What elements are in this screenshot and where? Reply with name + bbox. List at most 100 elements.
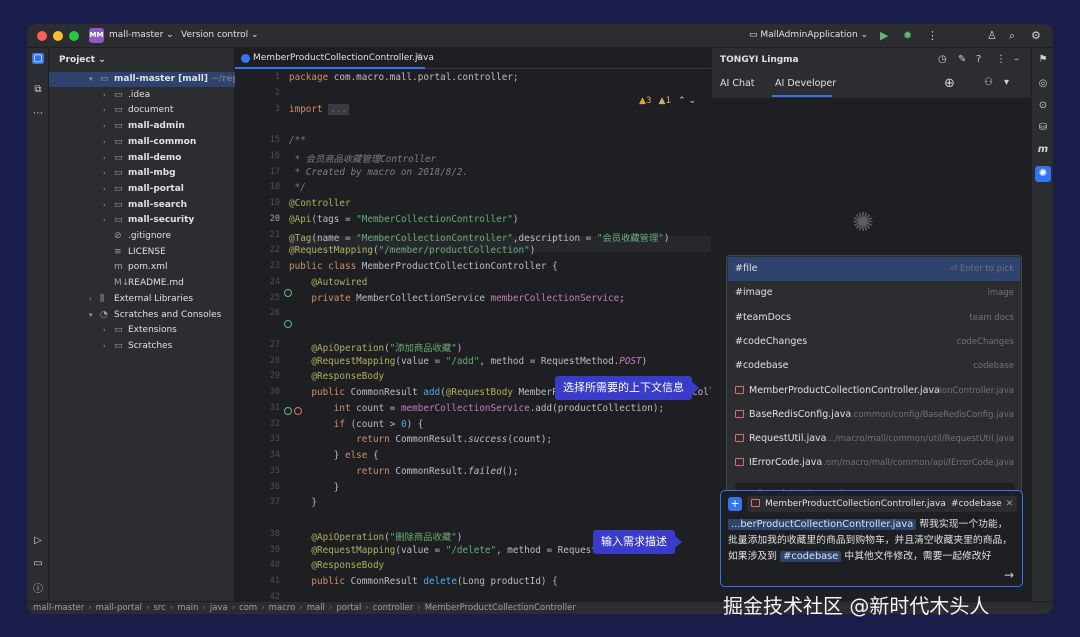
structure-icon[interactable]: ⧉ [32, 84, 44, 95]
chevron-right-icon[interactable]: › [103, 103, 106, 118]
chat-input-text[interactable]: ...berProductCollectionController.java 帮… [728, 517, 1013, 565]
code-line[interactable]: return CommonResult.failed(); [289, 466, 518, 477]
chevron-right-icon[interactable]: › [103, 323, 106, 338]
code-line[interactable]: if (count > 0) { [289, 419, 424, 430]
code-line[interactable]: /** [289, 135, 306, 146]
code-line[interactable]: return CommonResult.success(count); [289, 434, 552, 445]
tree-item[interactable]: › ▭ mall-security [49, 213, 235, 228]
breadcrumb-item[interactable]: src [153, 603, 165, 613]
tree-item[interactable]: › ▭ Scratches [49, 339, 235, 354]
new-chat-icon[interactable]: ⊕ [944, 76, 955, 91]
autowired-icon[interactable] [284, 320, 292, 328]
more-icon[interactable]: ⋮ [927, 29, 938, 42]
send-icon[interactable]: → [1004, 568, 1014, 582]
database-icon[interactable]: ⛁ [1037, 122, 1049, 133]
context-item[interactable]: RequestUtil.java .../macro/mall/common/ut… [728, 427, 1020, 451]
chevron-right-icon[interactable]: › [103, 119, 106, 134]
tree-item[interactable]: › ▭ mall-search [49, 198, 235, 213]
chevron-right-icon[interactable]: › [103, 213, 106, 228]
tree-item[interactable]: M↓ README.md [49, 276, 235, 291]
zoom-window-button[interactable] [69, 31, 79, 41]
code-line[interactable]: @ApiOperation("删除商品收藏") [289, 529, 462, 543]
code-line[interactable]: @RequestMapping(value = "/add", method =… [289, 356, 647, 367]
context-item[interactable]: #image image [728, 281, 1020, 305]
add-context-button[interactable]: + [728, 497, 742, 511]
tree-item[interactable]: m pom.xml [49, 260, 235, 275]
code-line[interactable]: int count = memberCollectionService.add(… [289, 403, 664, 414]
inspection-widget[interactable]: ▲3 ▲1 ⌃ ⌄ [639, 96, 696, 106]
chevron-right-icon[interactable]: › [103, 151, 106, 166]
breadcrumb-item[interactable]: java [210, 603, 228, 613]
code-line[interactable]: } else { [289, 450, 379, 461]
tree-item[interactable]: ▾ ◔ Scratches and Consoles [49, 308, 235, 323]
more-tools-icon[interactable]: ⋯ [32, 108, 44, 119]
chevron-down-icon[interactable]: ▾ [89, 72, 93, 87]
code-line[interactable]: @ApiOperation("添加商品收藏") [289, 340, 462, 354]
code-line[interactable]: */ [289, 182, 306, 193]
tree-item[interactable]: › ▭ mall-admin [49, 119, 235, 134]
chevron-up-icon[interactable]: ⌃ [678, 96, 686, 106]
project-tool-icon[interactable]: ▢ [32, 53, 44, 64]
terminal-icon[interactable]: ▭ [32, 558, 44, 569]
chat-input-box[interactable]: + MemberProductCollectionController.java… [720, 490, 1023, 587]
code-line[interactable]: @Api(tags = "MemberCollectionController"… [289, 214, 519, 225]
breadcrumb-item[interactable]: macro [269, 603, 296, 613]
tree-item[interactable]: ≡ LICENSE [49, 245, 235, 260]
context-item[interactable]: MemberProductCollectionController.java..… [728, 379, 1020, 403]
help-icon[interactable]: ? [976, 54, 981, 65]
file-chip[interactable]: MemberProductCollectionController.java✕ [747, 496, 962, 512]
breadcrumb-item[interactable]: com [239, 603, 257, 613]
breadcrumb-item[interactable]: mall-master [33, 603, 84, 613]
ai-assistant-icon[interactable]: ◎ [1037, 78, 1049, 89]
tree-item[interactable]: ▾▭mall-master [mall] ~/repositories/ [49, 72, 286, 87]
tree-item[interactable]: › ▭ Extensions [49, 323, 235, 338]
code-line[interactable]: import ... [289, 103, 349, 115]
close-icon[interactable]: ✕ [1006, 499, 1014, 509]
breadcrumb-item[interactable]: main [177, 603, 198, 613]
notifications-icon[interactable]: ⚑ [1037, 54, 1049, 65]
context-item[interactable]: #teamDocs team docs [728, 306, 1020, 330]
minimize-icon[interactable]: – [1014, 54, 1019, 65]
vcs-menu[interactable]: Version control ⌄ [181, 30, 259, 40]
tree-item[interactable]: › ▭ mall-common [49, 135, 235, 150]
code-line[interactable]: private MemberCollectionService memberCo… [289, 293, 624, 304]
tree-item[interactable]: › ⫼ External Libraries [49, 292, 235, 307]
minimize-window-button[interactable] [53, 31, 63, 41]
chevron-down-icon[interactable]: ⌄ [688, 96, 696, 106]
code-line[interactable]: @ResponseBody [289, 560, 384, 571]
users-icon[interactable]: ⚇ [984, 77, 993, 88]
close-icon[interactable]: ✕ [415, 52, 423, 62]
endpoint-icon[interactable] [284, 407, 292, 415]
edit-icon[interactable]: ✎ [958, 54, 966, 65]
code-line[interactable]: @Autowired [289, 277, 367, 288]
breadcrumb-item[interactable]: mall-portal [96, 603, 142, 613]
run-icon[interactable]: ▶ [880, 29, 888, 42]
project-pane-title[interactable]: Project ⌄ [59, 55, 106, 65]
tree-item[interactable]: › ▭ document [49, 103, 235, 118]
code-line[interactable]: } [289, 497, 317, 508]
project-badge[interactable]: MM [89, 28, 104, 43]
tab-ai-developer[interactable]: AI Developer [775, 78, 836, 89]
spring-bean-icon[interactable] [284, 289, 292, 297]
run-config-selector[interactable]: ▭ MallAdminApplication ⌄ [749, 30, 868, 40]
history-icon[interactable]: ◷ [938, 54, 947, 65]
chevron-right-icon[interactable]: › [103, 198, 106, 213]
code-line[interactable]: @RequestMapping("/member/productCollecti… [289, 245, 535, 256]
chevron-right-icon[interactable]: › [89, 292, 92, 307]
tree-item[interactable]: › ▭ mall-mbg [49, 166, 235, 181]
code-line[interactable]: @ResponseBody [289, 371, 384, 382]
tab-ai-chat[interactable]: AI Chat [720, 78, 755, 89]
chevron-right-icon[interactable]: › [103, 182, 106, 197]
breadcrumb-item[interactable]: controller [373, 603, 414, 613]
code-line[interactable]: * 会员商品收藏管理Controller [289, 151, 437, 165]
breadcrumb-item[interactable]: MemberProductCollectionController [425, 603, 576, 613]
more-icon[interactable]: ⋮ [996, 54, 1006, 65]
tree-item[interactable]: › ▭ mall-demo [49, 151, 235, 166]
gradle-icon[interactable]: ⊙ [1037, 100, 1049, 111]
code-line[interactable]: } [289, 482, 340, 493]
code-line[interactable]: public CommonResult delete(Long productI… [289, 576, 557, 587]
tree-item[interactable]: › ▭ .idea [49, 88, 235, 103]
code-line[interactable]: * Created by macro on 2018/8/2. [289, 167, 469, 178]
code-line[interactable]: package com.macro.mall.portal.controller… [289, 72, 519, 83]
maven-icon[interactable]: m [1037, 144, 1049, 155]
